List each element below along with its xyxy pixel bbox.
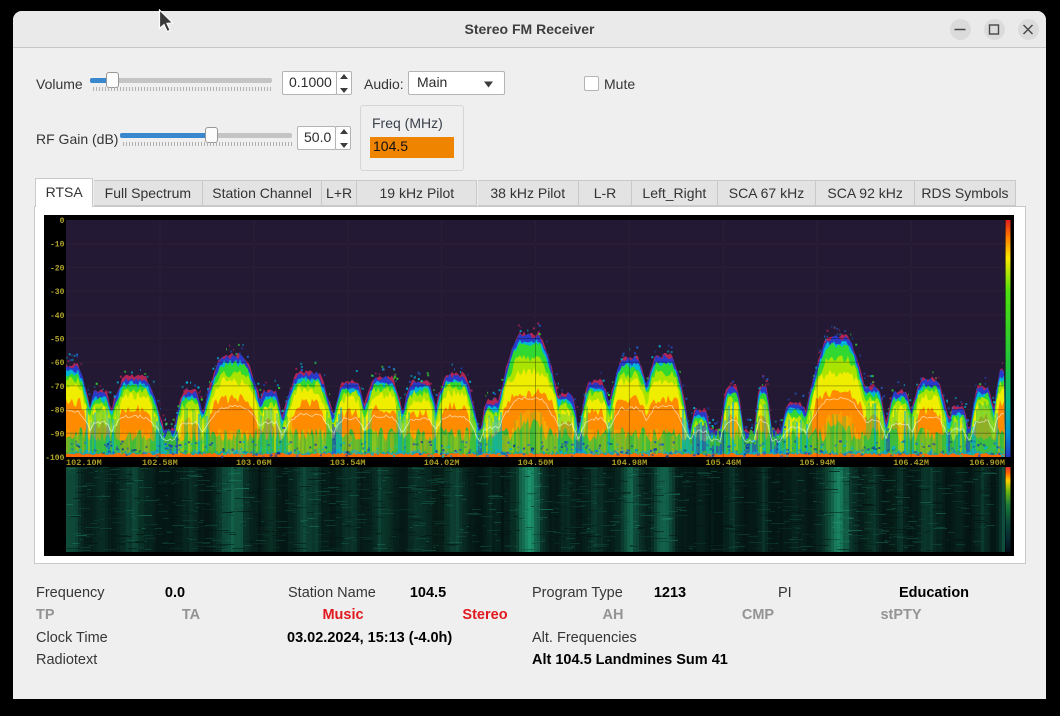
svg-text:-40: -40 <box>50 312 65 321</box>
svg-text:103.06M: 103.06M <box>236 458 272 468</box>
svg-text:102.58M: 102.58M <box>142 458 178 468</box>
svg-text:104.98M: 104.98M <box>612 458 648 468</box>
svg-text:106.42M: 106.42M <box>893 458 929 468</box>
svg-text:-20: -20 <box>50 264 65 273</box>
svg-text:0: 0 <box>60 217 65 226</box>
svg-text:-80: -80 <box>50 407 65 416</box>
svg-text:106.90M: 106.90M <box>969 458 1005 468</box>
svg-text:105.94M: 105.94M <box>799 458 835 468</box>
svg-text:-100: -100 <box>45 454 64 463</box>
svg-text:-70: -70 <box>50 383 65 392</box>
svg-text:-50: -50 <box>50 336 65 345</box>
svg-text:103.54M: 103.54M <box>330 458 366 468</box>
svg-text:-90: -90 <box>50 430 65 439</box>
svg-text:-60: -60 <box>50 359 65 368</box>
svg-text:-30: -30 <box>50 288 65 297</box>
svg-text:104.02M: 104.02M <box>424 458 460 468</box>
svg-text:102.10M: 102.10M <box>66 458 102 468</box>
svg-text:104.50M: 104.50M <box>518 458 554 468</box>
svg-text:-10: -10 <box>50 241 65 250</box>
svg-text:105.46M: 105.46M <box>705 458 741 468</box>
